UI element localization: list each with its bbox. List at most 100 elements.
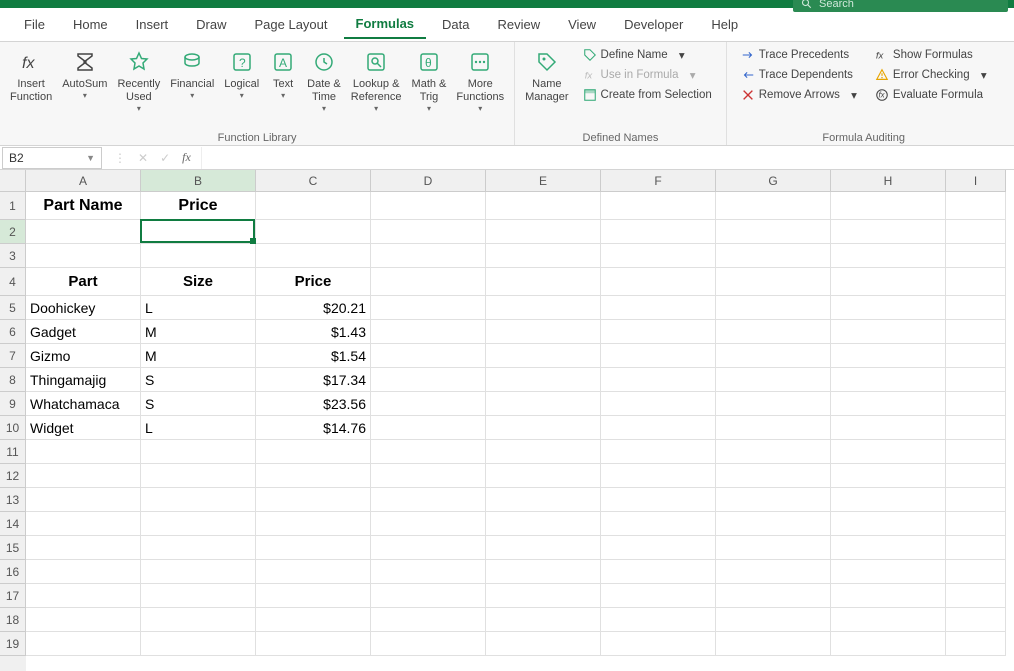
cell-D10[interactable] [371,416,486,440]
cell-F2[interactable] [601,220,716,244]
cell-B17[interactable] [141,584,256,608]
col-header-D[interactable]: D [371,170,486,192]
cell-F6[interactable] [601,320,716,344]
math-button[interactable]: θ Math & Trig▾ [408,44,451,118]
cell-B6[interactable]: M [141,320,256,344]
cell-G2[interactable] [716,220,831,244]
cell-B19[interactable] [141,632,256,656]
cell-F18[interactable] [601,608,716,632]
cell-H8[interactable] [831,368,946,392]
row-header-13[interactable]: 13 [0,488,26,512]
cell-G3[interactable] [716,244,831,268]
cell-A10[interactable]: Widget [26,416,141,440]
tab-home[interactable]: Home [61,11,120,38]
trace-precedents-button[interactable]: Trace Precedents [737,46,861,64]
cell-G17[interactable] [716,584,831,608]
cell-B18[interactable] [141,608,256,632]
cell-G14[interactable] [716,512,831,536]
tab-data[interactable]: Data [430,11,481,38]
cell-F5[interactable] [601,296,716,320]
cell-H12[interactable] [831,464,946,488]
cell-D2[interactable] [371,220,486,244]
cell-I2[interactable] [946,220,1006,244]
cell-A5[interactable]: Doohickey [26,296,141,320]
cell-A2[interactable] [26,220,141,244]
cell-G4[interactable] [716,268,831,296]
cell-F8[interactable] [601,368,716,392]
cell-E4[interactable] [486,268,601,296]
cell-E2[interactable] [486,220,601,244]
cell-A4[interactable]: Part [26,268,141,296]
cell-E16[interactable] [486,560,601,584]
logical-button[interactable]: ? Logical▾ [220,44,263,105]
cell-E15[interactable] [486,536,601,560]
cell-I4[interactable] [946,268,1006,296]
cell-C10[interactable]: $14.76 [256,416,371,440]
cell-H16[interactable] [831,560,946,584]
cell-D14[interactable] [371,512,486,536]
cell-A6[interactable]: Gadget [26,320,141,344]
cell-A3[interactable] [26,244,141,268]
cell-D17[interactable] [371,584,486,608]
tab-developer[interactable]: Developer [612,11,695,38]
cell-G10[interactable] [716,416,831,440]
cell-D3[interactable] [371,244,486,268]
cell-E1[interactable] [486,192,601,220]
cell-B12[interactable] [141,464,256,488]
cell-D6[interactable] [371,320,486,344]
cell-A8[interactable]: Thingamajig [26,368,141,392]
row-header-10[interactable]: 10 [0,416,26,440]
error-checking-button[interactable]: Error Checking ▾ [871,66,991,84]
cell-C7[interactable]: $1.54 [256,344,371,368]
cell-E19[interactable] [486,632,601,656]
tab-help[interactable]: Help [699,11,750,38]
cell-F7[interactable] [601,344,716,368]
autosum-button[interactable]: AutoSum▾ [58,44,111,105]
cell-A1[interactable]: Part Name [26,192,141,220]
cell-F12[interactable] [601,464,716,488]
cell-G13[interactable] [716,488,831,512]
cell-G12[interactable] [716,464,831,488]
cell-G11[interactable] [716,440,831,464]
row-header-2[interactable]: 2 [0,220,26,244]
tab-file[interactable]: File [12,11,57,38]
cell-E10[interactable] [486,416,601,440]
cell-C14[interactable] [256,512,371,536]
cell-B5[interactable]: L [141,296,256,320]
cells-area[interactable]: Part NamePricePartSizePriceDoohickeyL$20… [26,192,1006,671]
cell-D5[interactable] [371,296,486,320]
cell-I9[interactable] [946,392,1006,416]
cell-I13[interactable] [946,488,1006,512]
cell-A19[interactable] [26,632,141,656]
cell-I15[interactable] [946,536,1006,560]
cell-I1[interactable] [946,192,1006,220]
cell-C9[interactable]: $23.56 [256,392,371,416]
cell-B4[interactable]: Size [141,268,256,296]
cell-B1[interactable]: Price [141,192,256,220]
row-header-1[interactable]: 1 [0,192,26,220]
remove-arrows-button[interactable]: Remove Arrows ▾ [737,86,861,104]
cell-C3[interactable] [256,244,371,268]
row-header-15[interactable]: 15 [0,536,26,560]
name-box[interactable]: B2 ▼ [2,147,102,169]
cell-G7[interactable] [716,344,831,368]
cell-G9[interactable] [716,392,831,416]
col-header-F[interactable]: F [601,170,716,192]
col-header-B[interactable]: B [141,170,256,192]
formula-input[interactable] [201,147,1014,169]
cell-I14[interactable] [946,512,1006,536]
row-header-16[interactable]: 16 [0,560,26,584]
select-all-corner[interactable] [0,170,26,192]
col-header-E[interactable]: E [486,170,601,192]
cell-A18[interactable] [26,608,141,632]
col-header-C[interactable]: C [256,170,371,192]
cell-C11[interactable] [256,440,371,464]
cell-F13[interactable] [601,488,716,512]
cell-D15[interactable] [371,536,486,560]
cell-H10[interactable] [831,416,946,440]
cell-E12[interactable] [486,464,601,488]
recently-used-button[interactable]: Recently Used▾ [113,44,164,118]
insert-function-button[interactable]: fx Insert Function [6,44,56,108]
cell-F10[interactable] [601,416,716,440]
cell-F14[interactable] [601,512,716,536]
